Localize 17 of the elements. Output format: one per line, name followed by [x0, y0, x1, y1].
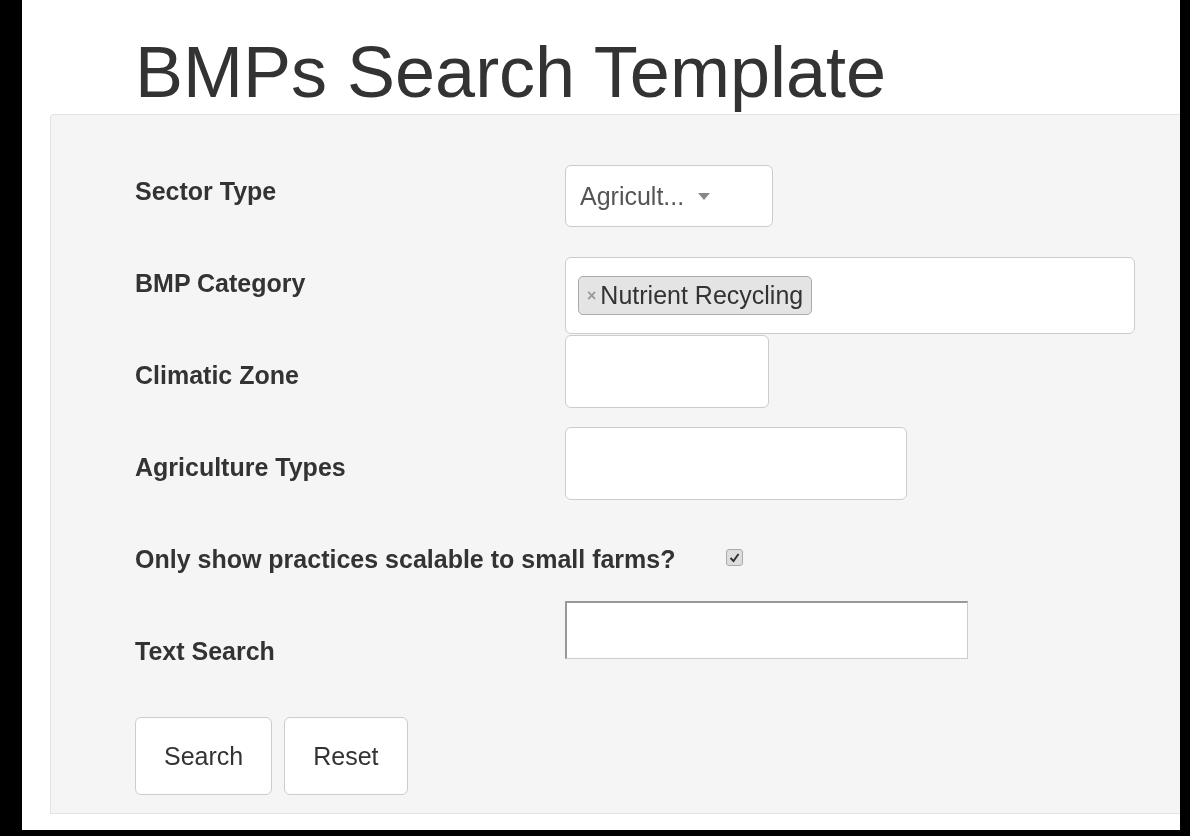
category-tag[interactable]: × Nutrient Recycling: [578, 276, 813, 315]
field-label: Text Search: [135, 636, 276, 666]
reset-button[interactable]: Reset: [284, 717, 408, 795]
field-label: BMP Category: [135, 268, 307, 298]
field-label: Climatic Zone: [135, 360, 300, 390]
caret-icon: [698, 192, 711, 200]
checkbox[interactable]: [725, 549, 743, 566]
search-button[interactable]: Search: [135, 717, 273, 795]
sector-type-select[interactable]: Agricult...: [565, 165, 773, 227]
page-title: BMPs Search Template: [134, 31, 887, 114]
field-label: Only show practices scalable to small farms?: [135, 544, 676, 574]
field-label: Sector Type: [135, 176, 278, 206]
search-field[interactable]: [565, 601, 968, 659]
input-field[interactable]: [565, 335, 769, 408]
field-label: Agriculture Types: [135, 452, 347, 482]
category-field[interactable]: × Nutrient Recycling: [565, 257, 1135, 334]
input-field[interactable]: [565, 427, 907, 500]
